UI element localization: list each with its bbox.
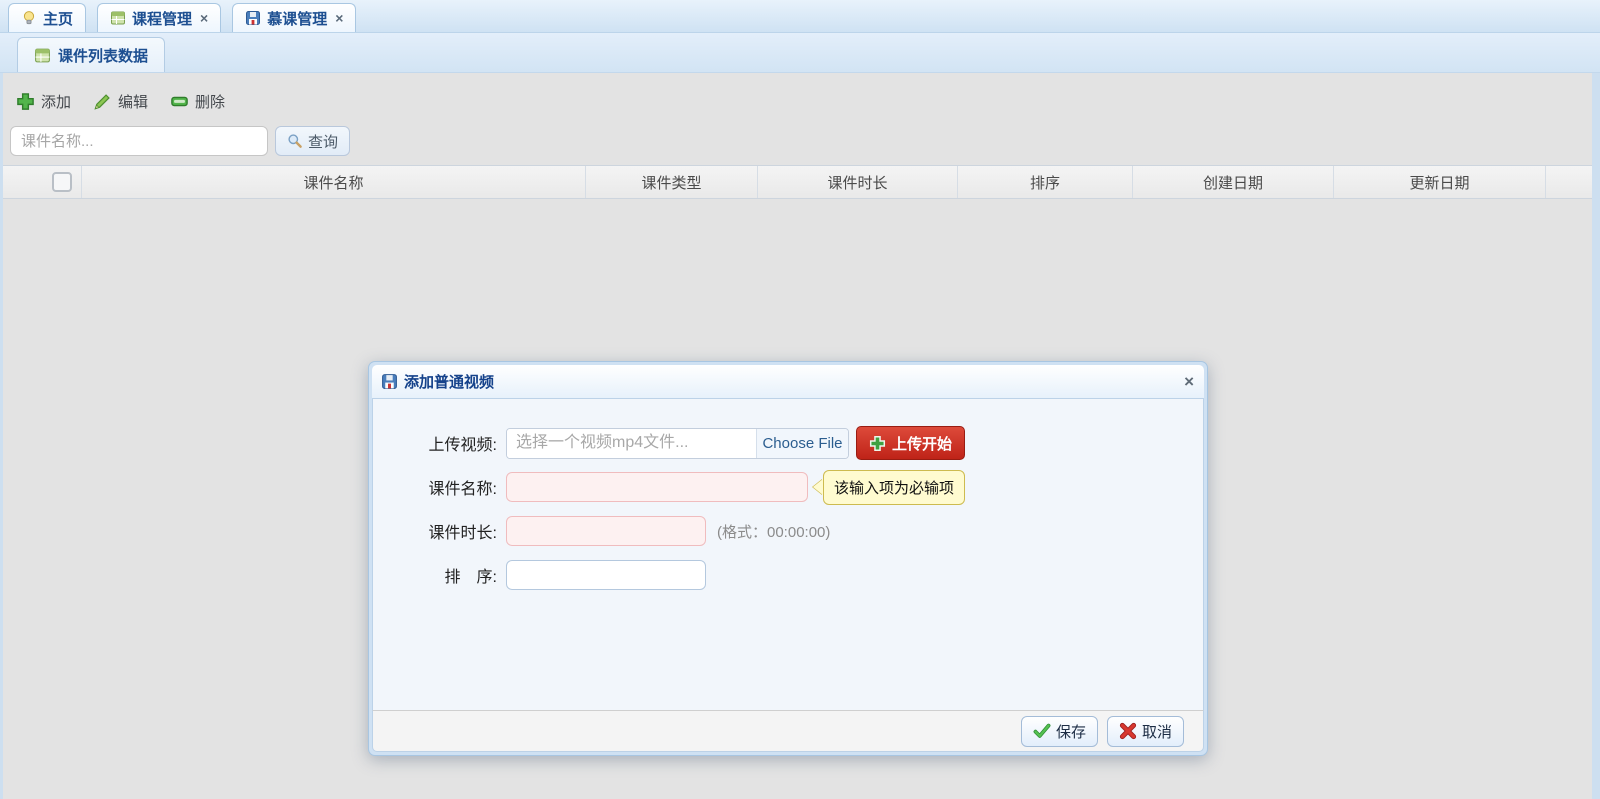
header-checkbox-cell	[43, 166, 82, 198]
sort-order-label: 排 序:	[419, 563, 497, 587]
upload-video-label: 上传视频:	[419, 431, 497, 455]
cancel-button-label: 取消	[1142, 721, 1172, 742]
sort-order-row: 排 序:	[419, 560, 1203, 590]
courseware-name-input[interactable]	[506, 472, 808, 502]
floppy-icon	[381, 373, 398, 390]
select-all-checkbox[interactable]	[52, 172, 72, 192]
add-button[interactable]: 添加	[16, 91, 71, 112]
minus-icon	[170, 92, 189, 111]
required-tooltip: 该输入项为必输项	[813, 470, 965, 505]
courseware-duration-label: 课件时长:	[419, 519, 497, 543]
main-tab-bar: 主页 课程管理 × 慕课管理 ×	[0, 0, 1600, 33]
tab-course-management[interactable]: 课程管理 ×	[97, 3, 221, 32]
tab-home[interactable]: 主页	[8, 3, 86, 32]
choose-file-button[interactable]: Choose File	[756, 429, 848, 458]
courseware-duration-input[interactable]	[506, 516, 706, 546]
pencil-icon	[93, 92, 112, 111]
edit-button[interactable]: 编辑	[93, 91, 148, 112]
add-video-dialog: 添加普通视频 × 上传视频: Choose File 上传开始 课件名称:	[368, 361, 1208, 756]
column-header-created[interactable]: 创建日期	[1133, 166, 1334, 198]
courseware-name-row: 课件名称: 该输入项为必输项	[419, 472, 1203, 502]
header-spacer-cell	[3, 166, 43, 198]
tooltip-text: 该输入项为必输项	[823, 470, 965, 505]
content-area: 添加 编辑 删除 查询 课件名称 课件类型 课件时	[0, 73, 1600, 799]
panel-tab-bar: 课件列表数据	[0, 33, 1600, 73]
save-button[interactable]: 保存	[1021, 716, 1098, 747]
search-icon	[287, 133, 303, 149]
dialog-title: 添加普通视频	[404, 371, 1178, 392]
column-header-updated[interactable]: 更新日期	[1334, 166, 1546, 198]
column-header-duration[interactable]: 课件时长	[758, 166, 958, 198]
x-icon	[1119, 722, 1137, 740]
close-icon[interactable]: ×	[335, 10, 343, 26]
edit-button-label: 编辑	[118, 91, 148, 112]
close-icon[interactable]: ×	[200, 10, 208, 26]
sort-order-input[interactable]	[506, 560, 706, 590]
search-row: 查询	[0, 114, 1600, 156]
plus-icon	[869, 435, 886, 452]
dialog-body: 上传视频: Choose File 上传开始 课件名称: 该输入项为必输	[372, 398, 1204, 710]
header-filler-cell	[1546, 166, 1592, 198]
panel-tab-label: 课件列表数据	[58, 45, 148, 66]
tab-mooc-management[interactable]: 慕课管理 ×	[232, 3, 356, 32]
lightbulb-icon	[21, 10, 37, 26]
delete-button-label: 删除	[195, 91, 225, 112]
tab-label: 慕课管理	[267, 8, 327, 29]
grid-icon	[110, 10, 126, 26]
cancel-button[interactable]: 取消	[1107, 716, 1184, 747]
courseware-name-label: 课件名称:	[419, 475, 497, 499]
tab-label: 主页	[43, 8, 73, 29]
duration-format-hint: (格式：00:00:00)	[717, 521, 830, 542]
tab-courseware-list[interactable]: 课件列表数据	[17, 37, 165, 72]
add-button-label: 添加	[41, 91, 71, 112]
upload-video-row: 上传视频: Choose File 上传开始	[419, 428, 1203, 458]
grid-toolbar: 添加 编辑 删除	[0, 73, 1600, 114]
upload-file-input[interactable]	[507, 429, 756, 458]
column-header-name[interactable]: 课件名称	[82, 166, 586, 198]
query-button-label: 查询	[308, 131, 338, 152]
tooltip-arrow	[813, 479, 823, 495]
search-input[interactable]	[10, 126, 268, 156]
column-header-type[interactable]: 课件类型	[586, 166, 758, 198]
grid-icon	[34, 47, 51, 64]
upload-start-label: 上传开始	[892, 433, 952, 454]
close-icon[interactable]: ×	[1184, 373, 1194, 390]
floppy-icon	[245, 10, 261, 26]
save-button-label: 保存	[1056, 721, 1086, 742]
datagrid-header: 课件名称 课件类型 课件时长 排序 创建日期 更新日期	[3, 165, 1592, 199]
dialog-header[interactable]: 添加普通视频 ×	[372, 365, 1204, 398]
upload-filebox: Choose File	[506, 428, 849, 459]
delete-button[interactable]: 删除	[170, 91, 225, 112]
panel-right-border	[1592, 73, 1600, 799]
plus-icon	[16, 92, 35, 111]
upload-start-button[interactable]: 上传开始	[856, 426, 965, 460]
column-header-order[interactable]: 排序	[958, 166, 1133, 198]
check-icon	[1033, 722, 1051, 740]
panel-left-border	[0, 73, 3, 799]
query-button[interactable]: 查询	[275, 126, 350, 156]
courseware-duration-row: 课件时长: (格式：00:00:00)	[419, 516, 1203, 546]
dialog-footer: 保存 取消	[372, 710, 1204, 752]
tab-label: 课程管理	[132, 8, 192, 29]
